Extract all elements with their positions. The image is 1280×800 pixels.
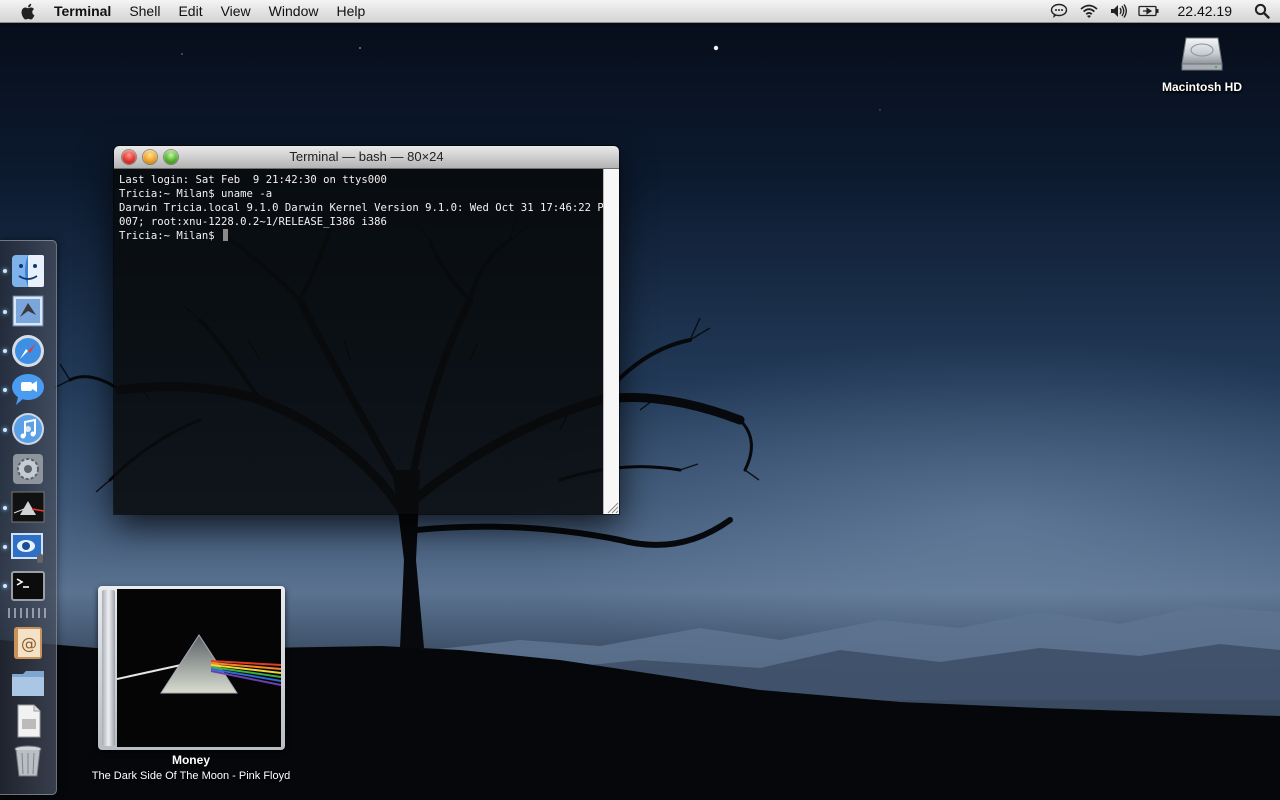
documents-icon[interactable] (10, 703, 46, 739)
menu-shell[interactable]: Shell (120, 0, 169, 22)
terminal-line: 007; root:xnu-1228.0.2~1/RELEASE_I386 i3… (119, 216, 387, 228)
terminal-scrollbar[interactable] (603, 169, 619, 514)
menu-window[interactable]: Window (260, 0, 328, 22)
running-indicator (3, 349, 7, 353)
system-preferences-icon[interactable] (10, 451, 46, 487)
safari-icon[interactable] (10, 333, 46, 369)
running-indicator (3, 310, 7, 314)
menu-app-terminal[interactable]: Terminal (47, 0, 120, 22)
running-indicator (3, 388, 7, 392)
volume-icon[interactable] (1104, 0, 1134, 22)
menu-edit[interactable]: Edit (169, 0, 211, 22)
menu-clock[interactable]: 22.42.19 (1164, 0, 1245, 22)
cd-spine (102, 590, 115, 746)
address-book-icon[interactable]: @ (10, 625, 46, 661)
wifi-icon[interactable] (1074, 0, 1104, 22)
apple-menu-icon[interactable] (16, 0, 38, 22)
terminal-line: Darwin Tricia.local 9.1.0 Darwin Kernel … (119, 202, 603, 214)
finder-icon[interactable] (10, 253, 46, 289)
dock: @ (0, 240, 57, 795)
menu-help[interactable]: Help (327, 0, 374, 22)
terminal-titlebar[interactable]: Terminal — bash — 80×24 (114, 146, 619, 169)
terminal-window[interactable]: Terminal — bash — 80×24 Last login: Sat … (114, 146, 619, 514)
menu-view[interactable]: View (212, 0, 260, 22)
running-indicator (3, 428, 7, 432)
terminal-line: Last login: Sat Feb 9 21:42:30 on ttys00… (119, 174, 387, 186)
terminal-title: Terminal — bash — 80×24 (289, 149, 444, 164)
text-cursor (223, 229, 229, 241)
applications-folder-icon[interactable] (10, 665, 46, 701)
chat-icon[interactable] (1044, 0, 1074, 22)
dock-separator (8, 608, 48, 618)
now-playing-widget[interactable] (98, 586, 285, 750)
hard-drive-icon (1181, 37, 1223, 71)
desktop-drive-macintosh-hd[interactable]: Macintosh HD (1154, 28, 1250, 104)
terminal-prompt: Tricia:~ Milan$ (119, 230, 222, 242)
battery-icon[interactable] (1134, 0, 1164, 22)
preview-icon[interactable] (10, 529, 46, 565)
prism-artwork-icon (117, 589, 281, 747)
terminal-content[interactable]: Last login: Sat Feb 9 21:42:30 on ttys00… (114, 169, 603, 514)
terminal-prompt-line: Tricia:~ Milan$ (119, 229, 603, 243)
spotlight-search-icon[interactable] (1244, 0, 1280, 22)
running-indicator (3, 506, 7, 510)
front-row-icon[interactable] (10, 489, 46, 525)
terminal-icon[interactable] (10, 568, 46, 604)
itunes-icon[interactable] (10, 411, 46, 447)
menu-bar: Terminal Shell Edit View Window Help 22.… (0, 0, 1280, 23)
resize-grip-icon[interactable] (605, 500, 619, 514)
svg-text:@: @ (21, 634, 37, 653)
now-playing-track: Money (171, 753, 210, 767)
ichat-icon[interactable] (10, 371, 46, 407)
running-indicator (3, 545, 7, 549)
running-indicator (3, 269, 7, 273)
now-playing-album-artist: The Dark Side Of The Moon - Pink Floyd (91, 770, 291, 782)
terminal-line: Tricia:~ Milan$ uname -a (119, 188, 273, 200)
drive-label: Macintosh HD (1161, 80, 1242, 94)
album-artwork (117, 589, 281, 747)
mail-icon[interactable] (10, 293, 46, 329)
running-indicator (3, 584, 7, 588)
trash-icon[interactable] (10, 743, 46, 779)
